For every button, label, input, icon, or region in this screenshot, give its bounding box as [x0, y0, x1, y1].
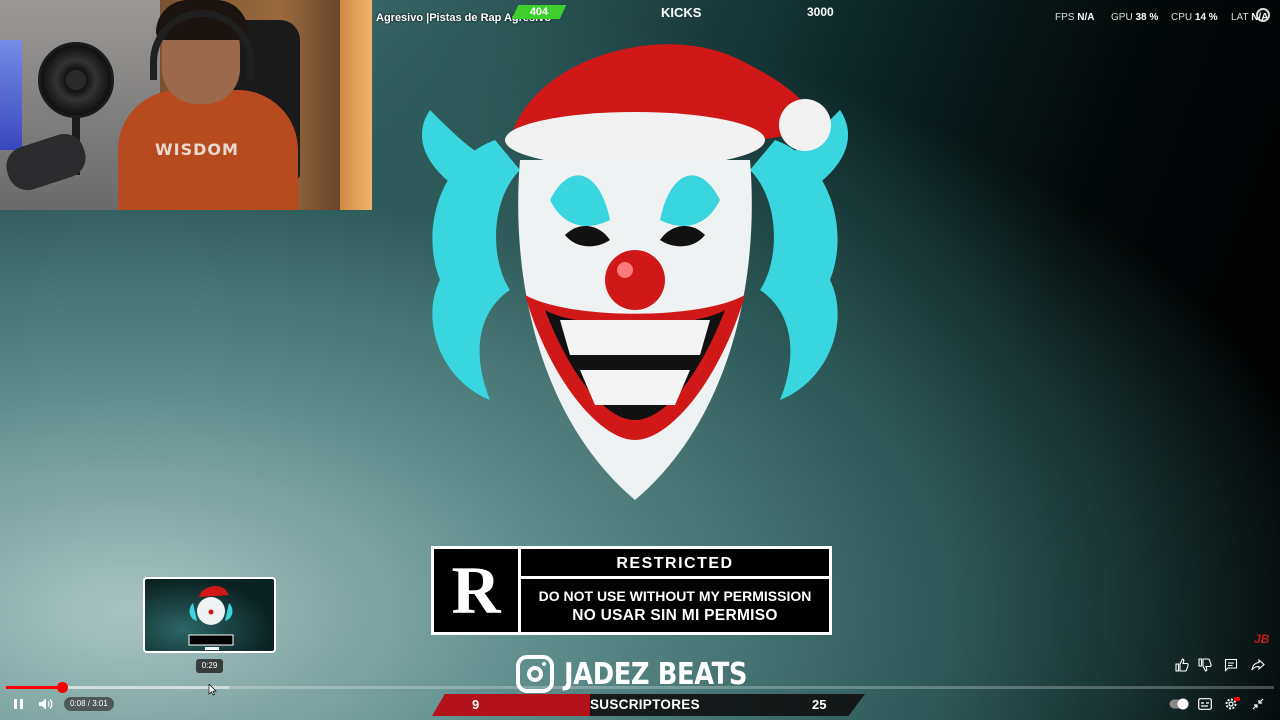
pause-icon-bar — [13, 699, 17, 709]
webcam-fan — [38, 42, 114, 118]
alert-icon — [1256, 8, 1270, 22]
gpu-value: 38 % — [1135, 12, 1159, 23]
time-display: 0:08 / 3:01 — [64, 697, 114, 711]
cpu-label: CPU — [1171, 12, 1193, 23]
gpu-stat: GPU 38 % — [1111, 12, 1158, 23]
settings-button[interactable] — [1223, 696, 1241, 712]
lower-teeth — [580, 370, 690, 405]
clown-artwork — [421, 44, 849, 500]
rating-title: RESTRICTED — [521, 549, 829, 579]
webcam-overlay: WISDOM — [0, 0, 372, 210]
autoplay-toggle[interactable] — [1168, 696, 1190, 712]
thumbs-up-icon — [1175, 658, 1189, 672]
comment-icon — [1224, 658, 1238, 672]
fps-stat: FPS N/A — [1055, 12, 1094, 23]
like-button[interactable] — [1174, 657, 1190, 673]
progress-scrubber[interactable] — [56, 682, 68, 693]
progress-bar[interactable] — [6, 682, 1274, 693]
fps-value: N/A — [1077, 12, 1095, 23]
subscriber-current: 9 — [472, 697, 480, 712]
hat-pompom — [779, 99, 831, 151]
gpu-label: GPU — [1111, 12, 1133, 23]
pause-button[interactable] — [6, 696, 30, 712]
pause-icon-bar — [19, 699, 23, 709]
share-icon — [1251, 658, 1265, 671]
comments-button[interactable] — [1223, 657, 1239, 673]
hat-brim — [505, 112, 765, 168]
kicks-value: 3000 — [807, 5, 834, 19]
toggle-icon — [1169, 698, 1189, 710]
preview-clown-icon — [188, 586, 234, 650]
gear-icon — [1225, 697, 1240, 710]
cpu-stat: CPU 14 % — [1171, 12, 1218, 23]
volume-button[interactable] — [36, 696, 56, 712]
viewer-count: 404 — [529, 6, 549, 18]
video-frame[interactable]: WISDOM Agresivo |Pistas de Rap Agresivo … — [0, 0, 1280, 720]
volume-icon — [39, 698, 53, 710]
rating-details: RESTRICTED DO NOT USE WITHOUT MY PERMISS… — [521, 549, 829, 632]
kicks-label: KICKS — [661, 5, 702, 20]
subscriber-progress-fill — [432, 694, 592, 716]
jb-logo-mark: JB — [1254, 632, 1270, 646]
viewer-count-badge: 404 — [511, 5, 567, 19]
warning-english: DO NOT USE WITHOUT MY PERMISSION — [538, 588, 812, 604]
subscriber-goal: 25 — [812, 697, 827, 712]
webcam-rgb-light — [0, 40, 22, 150]
captions-button[interactable] — [1197, 696, 1213, 712]
mouse-cursor-icon — [208, 684, 217, 696]
captions-icon — [1198, 698, 1212, 710]
clown-nose — [605, 250, 665, 310]
restricted-rating-box: R RESTRICTED DO NOT USE WITHOUT MY PERMI… — [431, 546, 832, 635]
share-button[interactable] — [1250, 657, 1266, 673]
subscriber-label: SUSCRIPTORES — [590, 697, 700, 712]
thumbs-down-icon — [1198, 658, 1212, 672]
warning-spanish: NO USAR SIN MI PERMISO — [572, 607, 778, 624]
dislike-button[interactable] — [1197, 657, 1213, 673]
streamer-shirt-text: WISDOM — [155, 140, 239, 159]
fps-label: FPS — [1055, 12, 1075, 23]
seek-preview-thumbnail — [143, 577, 276, 653]
cpu-value: 14 % — [1194, 12, 1218, 23]
rating-letter: R — [434, 549, 521, 632]
exit-fullscreen-button[interactable] — [1250, 696, 1266, 712]
lat-label: LAT — [1231, 12, 1249, 23]
progress-played — [6, 686, 62, 689]
upper-teeth — [560, 320, 710, 355]
collapse-icon — [1252, 698, 1264, 710]
preview-timestamp: 0:29 — [196, 659, 223, 673]
webcam-light — [340, 0, 372, 210]
